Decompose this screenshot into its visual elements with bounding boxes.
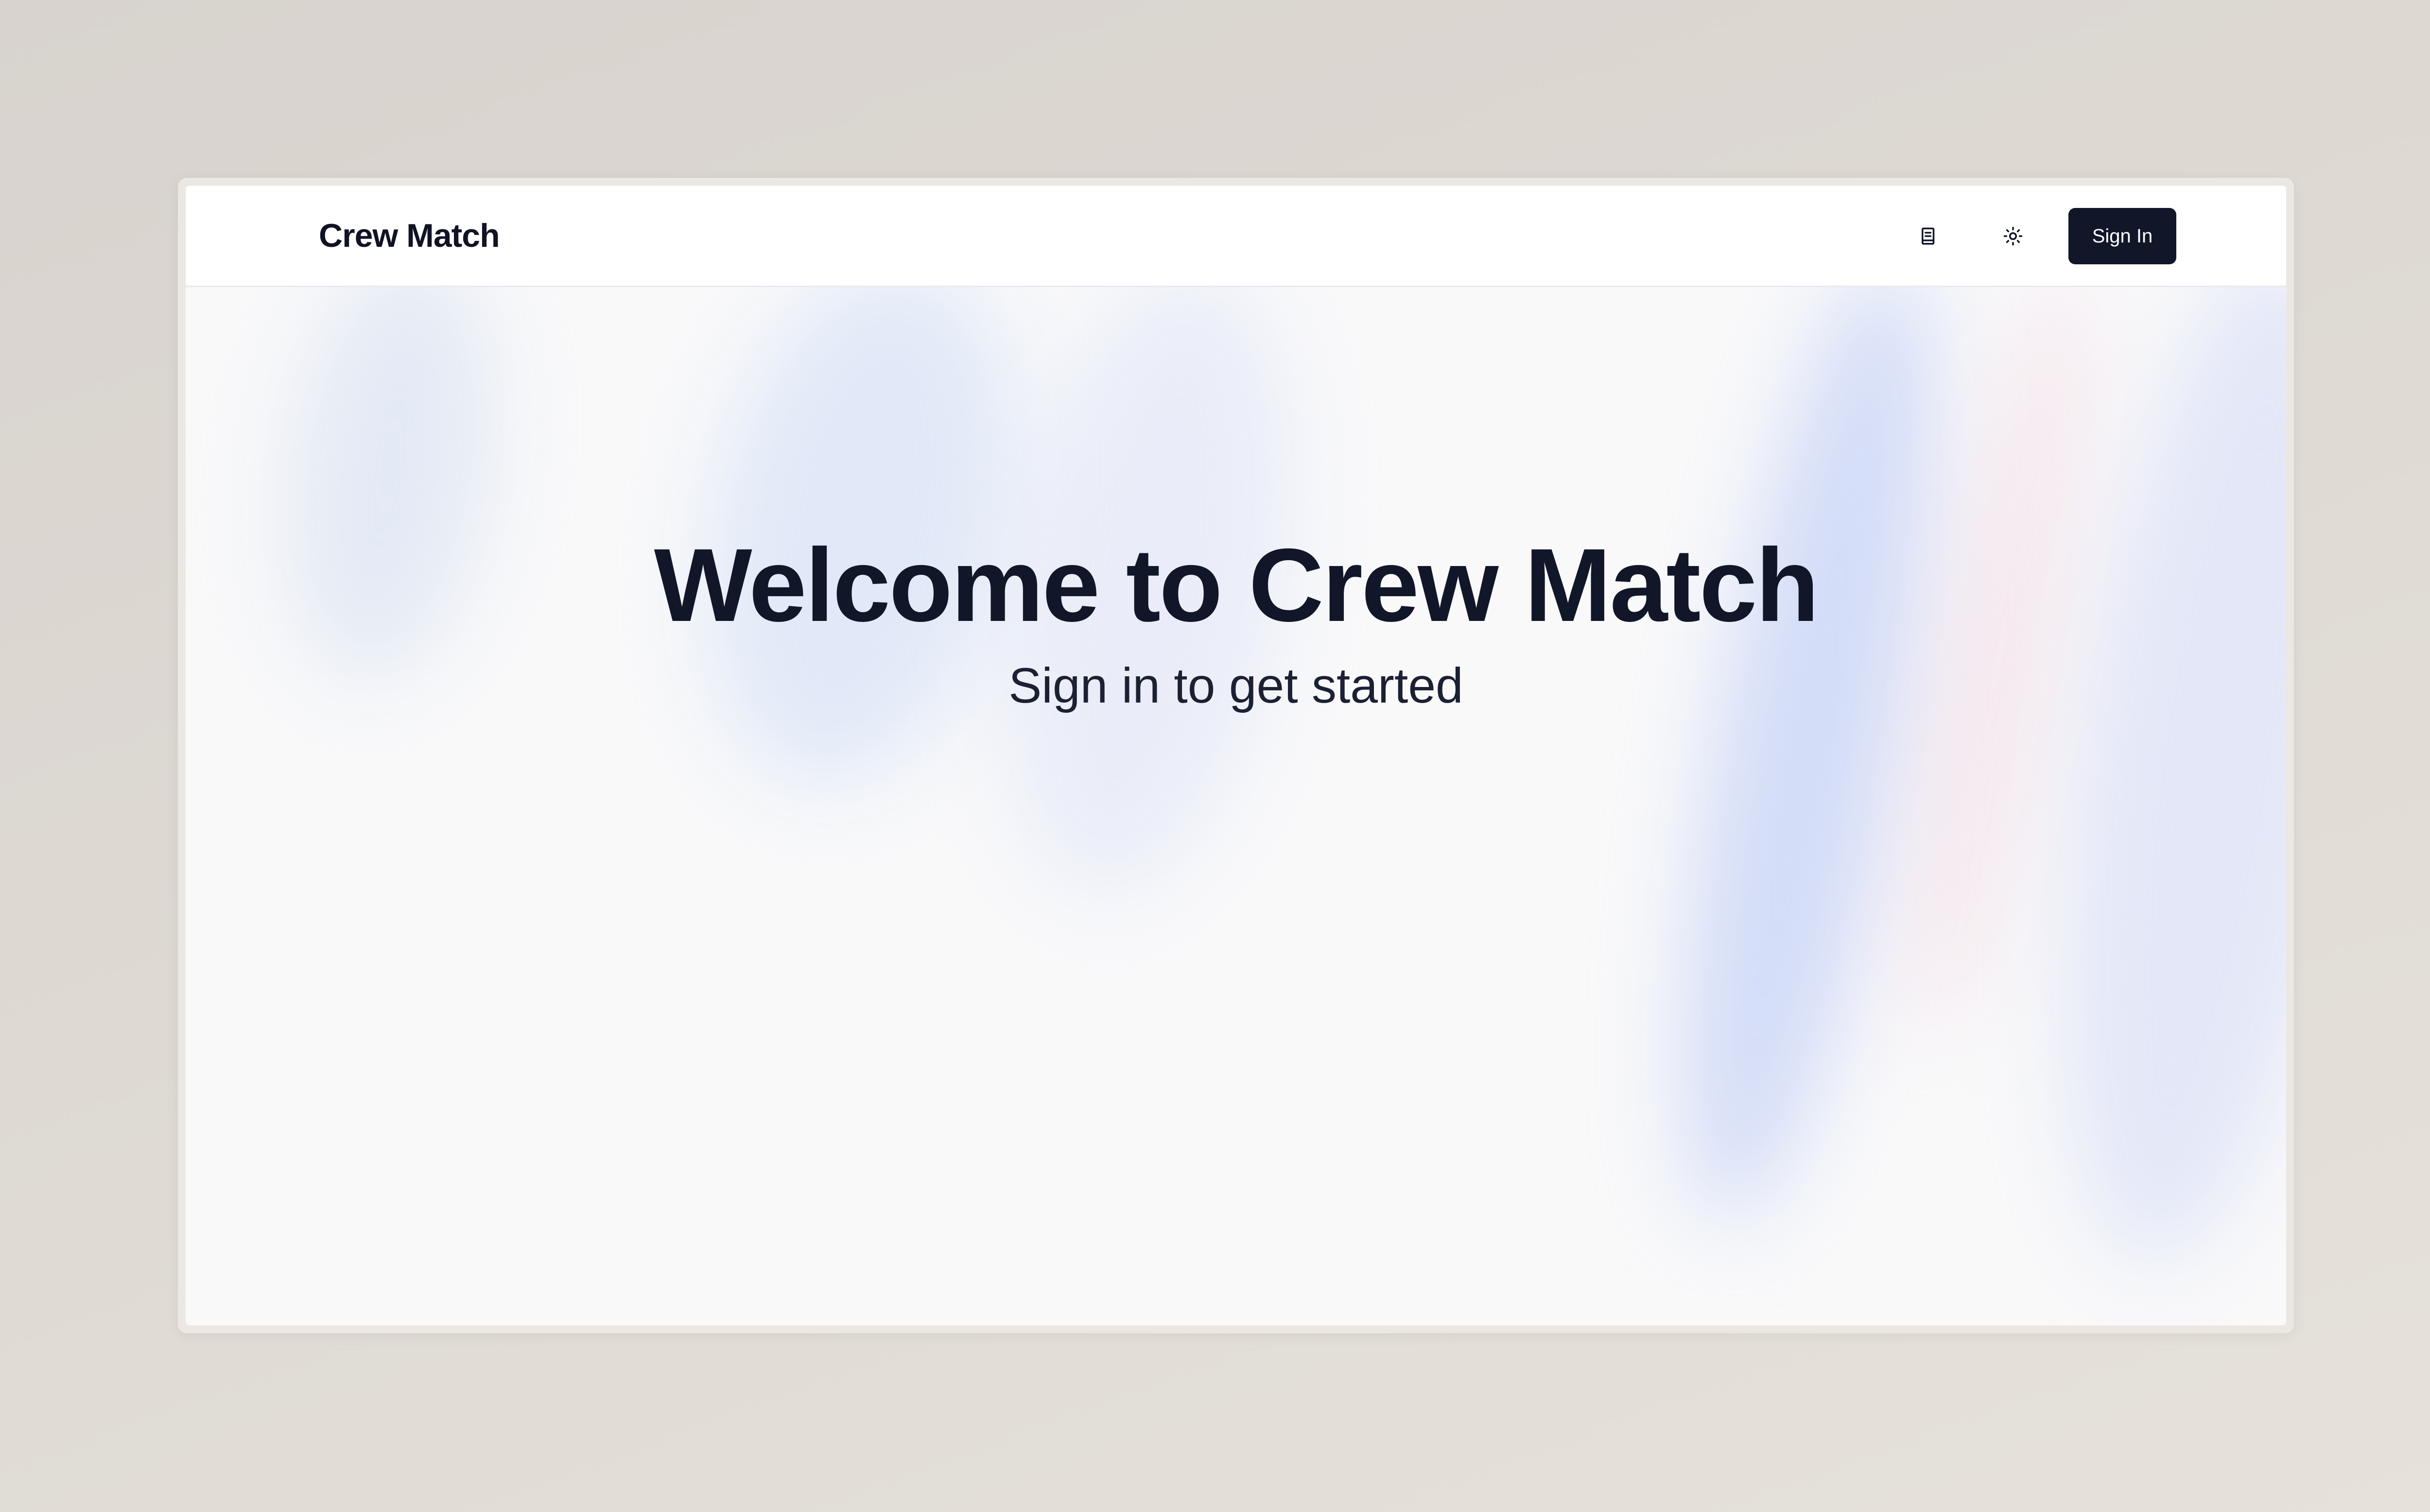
sun-icon xyxy=(2003,226,2023,246)
theme-toggle-button[interactable] xyxy=(1994,217,2032,256)
hero-title: Welcome to Crew Match xyxy=(654,527,1820,643)
app-window: Crew Match Sign In Welcome to Crew Match… xyxy=(186,186,2286,1325)
sign-in-button[interactable]: Sign In xyxy=(2068,208,2176,264)
book-icon xyxy=(1918,226,1939,246)
browser-window-frame: Crew Match Sign In Welcome to Crew Match… xyxy=(178,178,2294,1333)
hero-section: Welcome to Crew Match Sign in to get sta… xyxy=(186,286,2286,1325)
top-navbar: Crew Match Sign In xyxy=(186,186,2286,287)
hero-subtitle: Sign in to get started xyxy=(1008,658,1463,713)
docs-button[interactable] xyxy=(1909,217,1948,256)
brand-logo-text[interactable]: Crew Match xyxy=(319,186,500,286)
